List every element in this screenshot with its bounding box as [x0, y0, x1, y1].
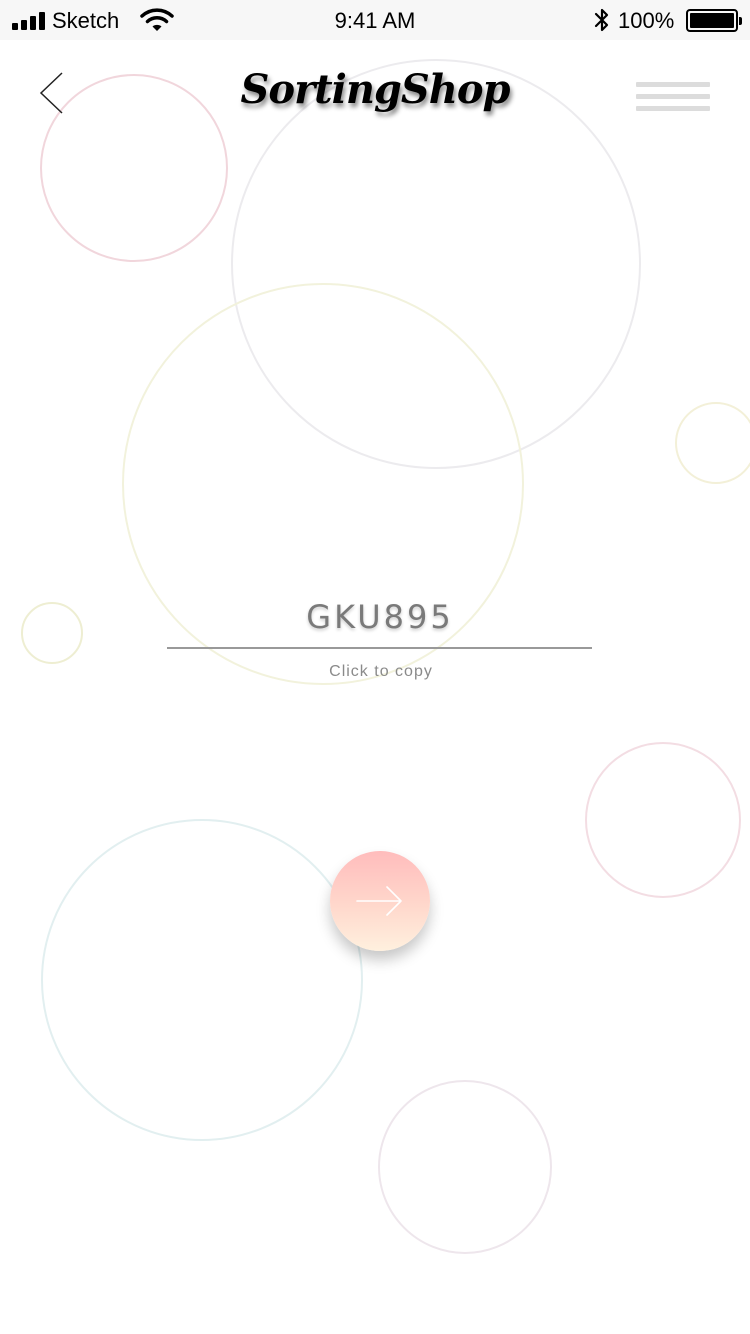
battery-percentage: 100% [618, 8, 675, 33]
background-circles [21, 59, 750, 1254]
decor-circle [41, 819, 363, 1141]
next-button[interactable] [330, 851, 430, 951]
hamburger-menu-icon[interactable] [632, 78, 714, 116]
decor-circle [378, 1080, 552, 1254]
carrier-name: Sketch [52, 8, 120, 33]
back-chevron-icon[interactable] [34, 70, 74, 118]
decor-circle [231, 59, 641, 469]
copy-hint-link[interactable]: Click to copy [0, 663, 750, 681]
battery-icon [686, 9, 742, 32]
code-underline [167, 647, 592, 649]
signal-icon [12, 12, 48, 30]
decor-circle [675, 402, 750, 484]
status-bar: Sketch 9:41 AM 100% [0, 0, 750, 40]
redeem-code[interactable]: GKU895 [0, 598, 750, 636]
bluetooth-icon [594, 8, 609, 32]
decor-circle [585, 742, 741, 898]
wifi-icon [140, 8, 174, 31]
arrow-right-icon [356, 886, 402, 916]
